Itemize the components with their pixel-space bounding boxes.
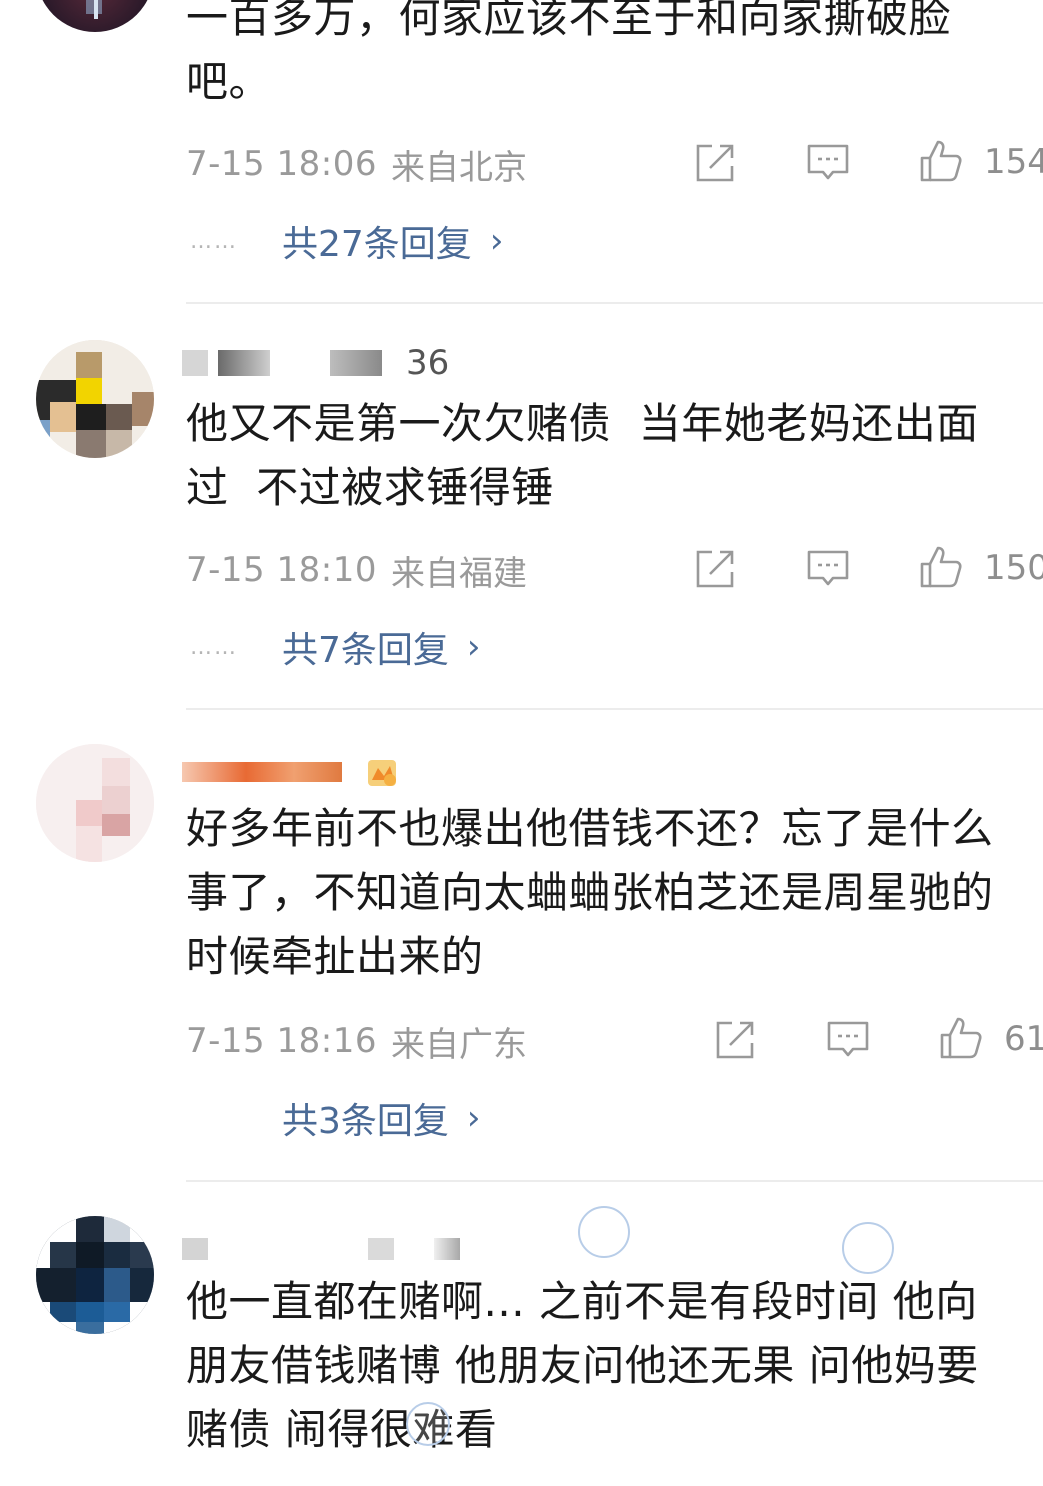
comment-meta: 7-15 18:10 来自福建 bbox=[186, 545, 1043, 595]
comment-text: 他一直都在赌啊... 之前不是有段时间 他向 朋友借钱赌博 他朋友问他还无果 问… bbox=[186, 1277, 979, 1454]
comment-time: 7-15 18:10 bbox=[186, 550, 377, 590]
thumbs-up-icon[interactable] bbox=[918, 138, 964, 184]
vip-badge-icon bbox=[364, 754, 400, 790]
touch-indicator bbox=[842, 1222, 894, 1274]
username-redacted bbox=[218, 350, 270, 376]
username-redacted bbox=[182, 350, 208, 376]
comment-text: 一百多万，何家应该不至于和向家撕破脸 吧。 bbox=[186, 0, 952, 106]
username-redacted bbox=[330, 350, 382, 376]
comment-meta: 7-15 18:16 来自广东 bbox=[186, 1016, 1043, 1066]
like-count: 61 bbox=[1004, 1019, 1043, 1059]
comment-meta: 7-15 18:06 来自北京 bbox=[186, 139, 1043, 189]
chevron-right-icon: › bbox=[466, 627, 481, 667]
comment-source: 来自福建 bbox=[390, 553, 527, 594]
avatar[interactable] bbox=[36, 1216, 154, 1334]
replies-label: 共7条回复 bbox=[282, 630, 449, 671]
username-redacted bbox=[182, 1238, 208, 1260]
view-replies-link[interactable]: 共3条回复 › bbox=[282, 1093, 481, 1143]
username[interactable] bbox=[182, 1229, 460, 1269]
touch-indicator bbox=[406, 1402, 450, 1446]
comment-source: 来自北京 bbox=[390, 147, 527, 188]
share-icon[interactable] bbox=[712, 1017, 758, 1063]
avatar-image-icon bbox=[86, 0, 102, 19]
comment-time: 7-15 18:06 bbox=[186, 144, 377, 184]
thumbs-up-icon[interactable] bbox=[918, 544, 964, 590]
comment-icon[interactable] bbox=[805, 546, 851, 592]
comment-text: 他又不是第一次欠赌债 当年她老妈还出面 过 不过被求锤得锤 bbox=[186, 399, 979, 512]
replies-label: 共27条回复 bbox=[282, 224, 472, 265]
reply-dots: …… bbox=[190, 634, 238, 660]
username-redacted bbox=[434, 1238, 460, 1260]
chevron-right-icon: › bbox=[489, 221, 504, 261]
thumbs-up-icon[interactable] bbox=[938, 1015, 984, 1061]
share-icon[interactable] bbox=[692, 546, 738, 592]
touch-indicator bbox=[578, 1206, 630, 1258]
username-redacted bbox=[368, 1238, 394, 1260]
like-count: 154 bbox=[984, 142, 1043, 182]
view-replies-link[interactable]: …… 共7条回复 › bbox=[190, 622, 481, 672]
comment-icon[interactable] bbox=[825, 1017, 871, 1063]
avatar[interactable] bbox=[36, 0, 154, 32]
username-visible-text: 36 bbox=[406, 343, 450, 383]
avatar[interactable] bbox=[36, 744, 154, 862]
divider bbox=[186, 1180, 1043, 1182]
avatar-mosaic-icon bbox=[36, 340, 154, 458]
avatar-mosaic-icon bbox=[36, 744, 154, 862]
comment-source: 来自广东 bbox=[390, 1024, 527, 1065]
username[interactable] bbox=[182, 752, 400, 792]
comment-time: 7-15 18:16 bbox=[186, 1021, 377, 1061]
comment-icon[interactable] bbox=[805, 140, 851, 186]
replies-label: 共3条回复 bbox=[282, 1101, 449, 1142]
like-count: 150 bbox=[984, 548, 1043, 588]
share-icon[interactable] bbox=[692, 140, 738, 186]
comment-text: 好多年前不也爆出他借钱不还？忘了是什么 事了，不知道向太蛐蛐张柏芝还是周星驰的 … bbox=[186, 804, 994, 981]
chevron-right-icon: › bbox=[466, 1098, 481, 1138]
avatar[interactable] bbox=[36, 340, 154, 458]
divider bbox=[186, 302, 1043, 304]
username[interactable]: 36 bbox=[182, 343, 449, 383]
avatar-mosaic-icon bbox=[36, 1216, 154, 1334]
divider bbox=[186, 708, 1043, 710]
view-replies-link[interactable]: …… 共27条回复 › bbox=[190, 216, 503, 266]
username-redacted bbox=[182, 762, 342, 782]
reply-dots: …… bbox=[190, 228, 238, 254]
